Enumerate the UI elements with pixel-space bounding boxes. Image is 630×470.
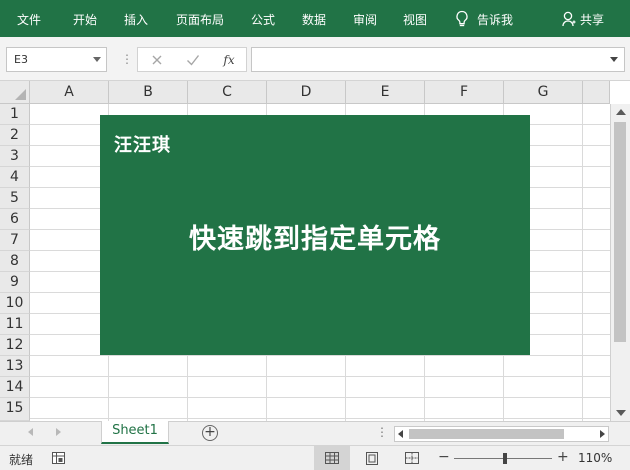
column-header-d[interactable]: D: [267, 81, 346, 104]
column-header-g[interactable]: G: [504, 81, 583, 104]
page-break-view-button[interactable]: [394, 446, 430, 470]
scroll-up-icon[interactable]: [616, 109, 626, 115]
zoom-slider-thumb[interactable]: [503, 453, 507, 464]
tab-home[interactable]: 开始: [73, 11, 97, 28]
column-header-f[interactable]: F: [425, 81, 504, 104]
row-header-3[interactable]: 3: [0, 146, 30, 167]
row-header-5[interactable]: 5: [0, 188, 30, 209]
sheet-tab-bar: Sheet1 + ⋮: [0, 421, 630, 445]
scroll-down-icon[interactable]: [616, 410, 626, 416]
scroll-right-icon[interactable]: [600, 430, 605, 438]
row-header-6[interactable]: 6: [0, 209, 30, 230]
name-box-value: E3: [14, 53, 28, 66]
horizontal-scrollbar[interactable]: [394, 426, 609, 442]
horizontal-scroll-thumb[interactable]: [409, 429, 564, 439]
normal-view-button[interactable]: [314, 446, 350, 470]
tab-page-layout[interactable]: 页面布局: [176, 11, 224, 28]
formula-input[interactable]: [251, 47, 625, 72]
author-label: 汪汪琪: [114, 135, 171, 156]
zoom-out-button[interactable]: −: [438, 449, 450, 465]
tell-me-button[interactable]: 告诉我: [455, 9, 513, 29]
row-header-11[interactable]: 11: [0, 314, 30, 335]
row-header-15[interactable]: 15: [0, 398, 30, 421]
next-sheet-icon[interactable]: [56, 428, 61, 436]
column-header-b[interactable]: B: [109, 81, 188, 104]
row-header-9[interactable]: 9: [0, 272, 30, 293]
macro-record-icon[interactable]: [52, 452, 65, 464]
vertical-scrollbar[interactable]: [610, 104, 630, 421]
row-header-10[interactable]: 10: [0, 293, 30, 314]
select-all-button[interactable]: [0, 81, 30, 104]
zoom-in-button[interactable]: +: [557, 449, 569, 465]
normal-view-icon: [325, 452, 339, 464]
tab-data[interactable]: 数据: [302, 11, 326, 28]
expand-formula-icon[interactable]: [610, 57, 618, 62]
row-header-4[interactable]: 4: [0, 167, 30, 188]
row-header-1[interactable]: 1: [0, 104, 30, 125]
person-icon: [562, 11, 576, 27]
zoom-level[interactable]: 110%: [578, 451, 612, 465]
formula-bar: E3 ⋮ fx: [0, 37, 630, 81]
tab-review[interactable]: 审阅: [353, 11, 377, 28]
name-box[interactable]: E3: [6, 47, 107, 72]
drag-handle-icon[interactable]: ⋮: [121, 52, 133, 66]
row-header-13[interactable]: 13: [0, 356, 30, 377]
previous-sheet-icon[interactable]: [28, 428, 33, 436]
status-ready: 就绪: [9, 453, 34, 467]
page-break-preview-icon: [405, 452, 419, 464]
row-header-14[interactable]: 14: [0, 377, 30, 398]
chevron-down-icon[interactable]: [93, 57, 101, 62]
cancel-icon[interactable]: [148, 51, 166, 69]
enter-icon[interactable]: [184, 51, 202, 69]
share-button[interactable]: 共享: [562, 9, 604, 29]
lightbulb-icon: [456, 10, 468, 27]
column-header-e[interactable]: E: [346, 81, 425, 104]
tell-me-label: 告诉我: [477, 12, 514, 27]
tab-view[interactable]: 视图: [403, 11, 427, 28]
status-bar: 就绪 − + 110%: [0, 445, 630, 470]
tab-formulas[interactable]: 公式: [251, 11, 275, 28]
title-banner: 汪汪琪 快速跳到指定单元格: [100, 115, 530, 355]
row-header-2[interactable]: 2: [0, 125, 30, 146]
ribbon-tabs: 文件 开始 插入 页面布局 公式 数据 审阅 视图 告诉我 共享: [0, 0, 630, 37]
row-header-7[interactable]: 7: [0, 230, 30, 251]
page-layout-view-button[interactable]: [354, 446, 390, 470]
row-header-12[interactable]: 12: [0, 335, 30, 356]
add-sheet-button[interactable]: +: [202, 425, 218, 441]
formula-buttons: fx: [137, 47, 247, 72]
sheet-tab-sheet1[interactable]: Sheet1: [101, 421, 169, 444]
banner-headline: 快速跳到指定单元格: [189, 224, 441, 255]
tab-file[interactable]: 文件: [17, 11, 41, 28]
column-header-a[interactable]: A: [30, 81, 109, 104]
column-header-c[interactable]: C: [188, 81, 267, 104]
share-label: 共享: [580, 12, 605, 27]
insert-function-icon[interactable]: fx: [220, 51, 238, 69]
row-header-8[interactable]: 8: [0, 251, 30, 272]
column-header-partial[interactable]: [583, 81, 610, 104]
page-layout-icon: [366, 451, 378, 465]
split-handle-icon[interactable]: ⋮: [376, 425, 388, 439]
tab-insert[interactable]: 插入: [124, 11, 148, 28]
worksheet-grid: A B C D E F G 1 2 3 4 5 6 7 8 9 10 11 12…: [0, 81, 630, 421]
scroll-left-icon[interactable]: [398, 430, 403, 438]
scroll-thumb[interactable]: [614, 122, 626, 342]
